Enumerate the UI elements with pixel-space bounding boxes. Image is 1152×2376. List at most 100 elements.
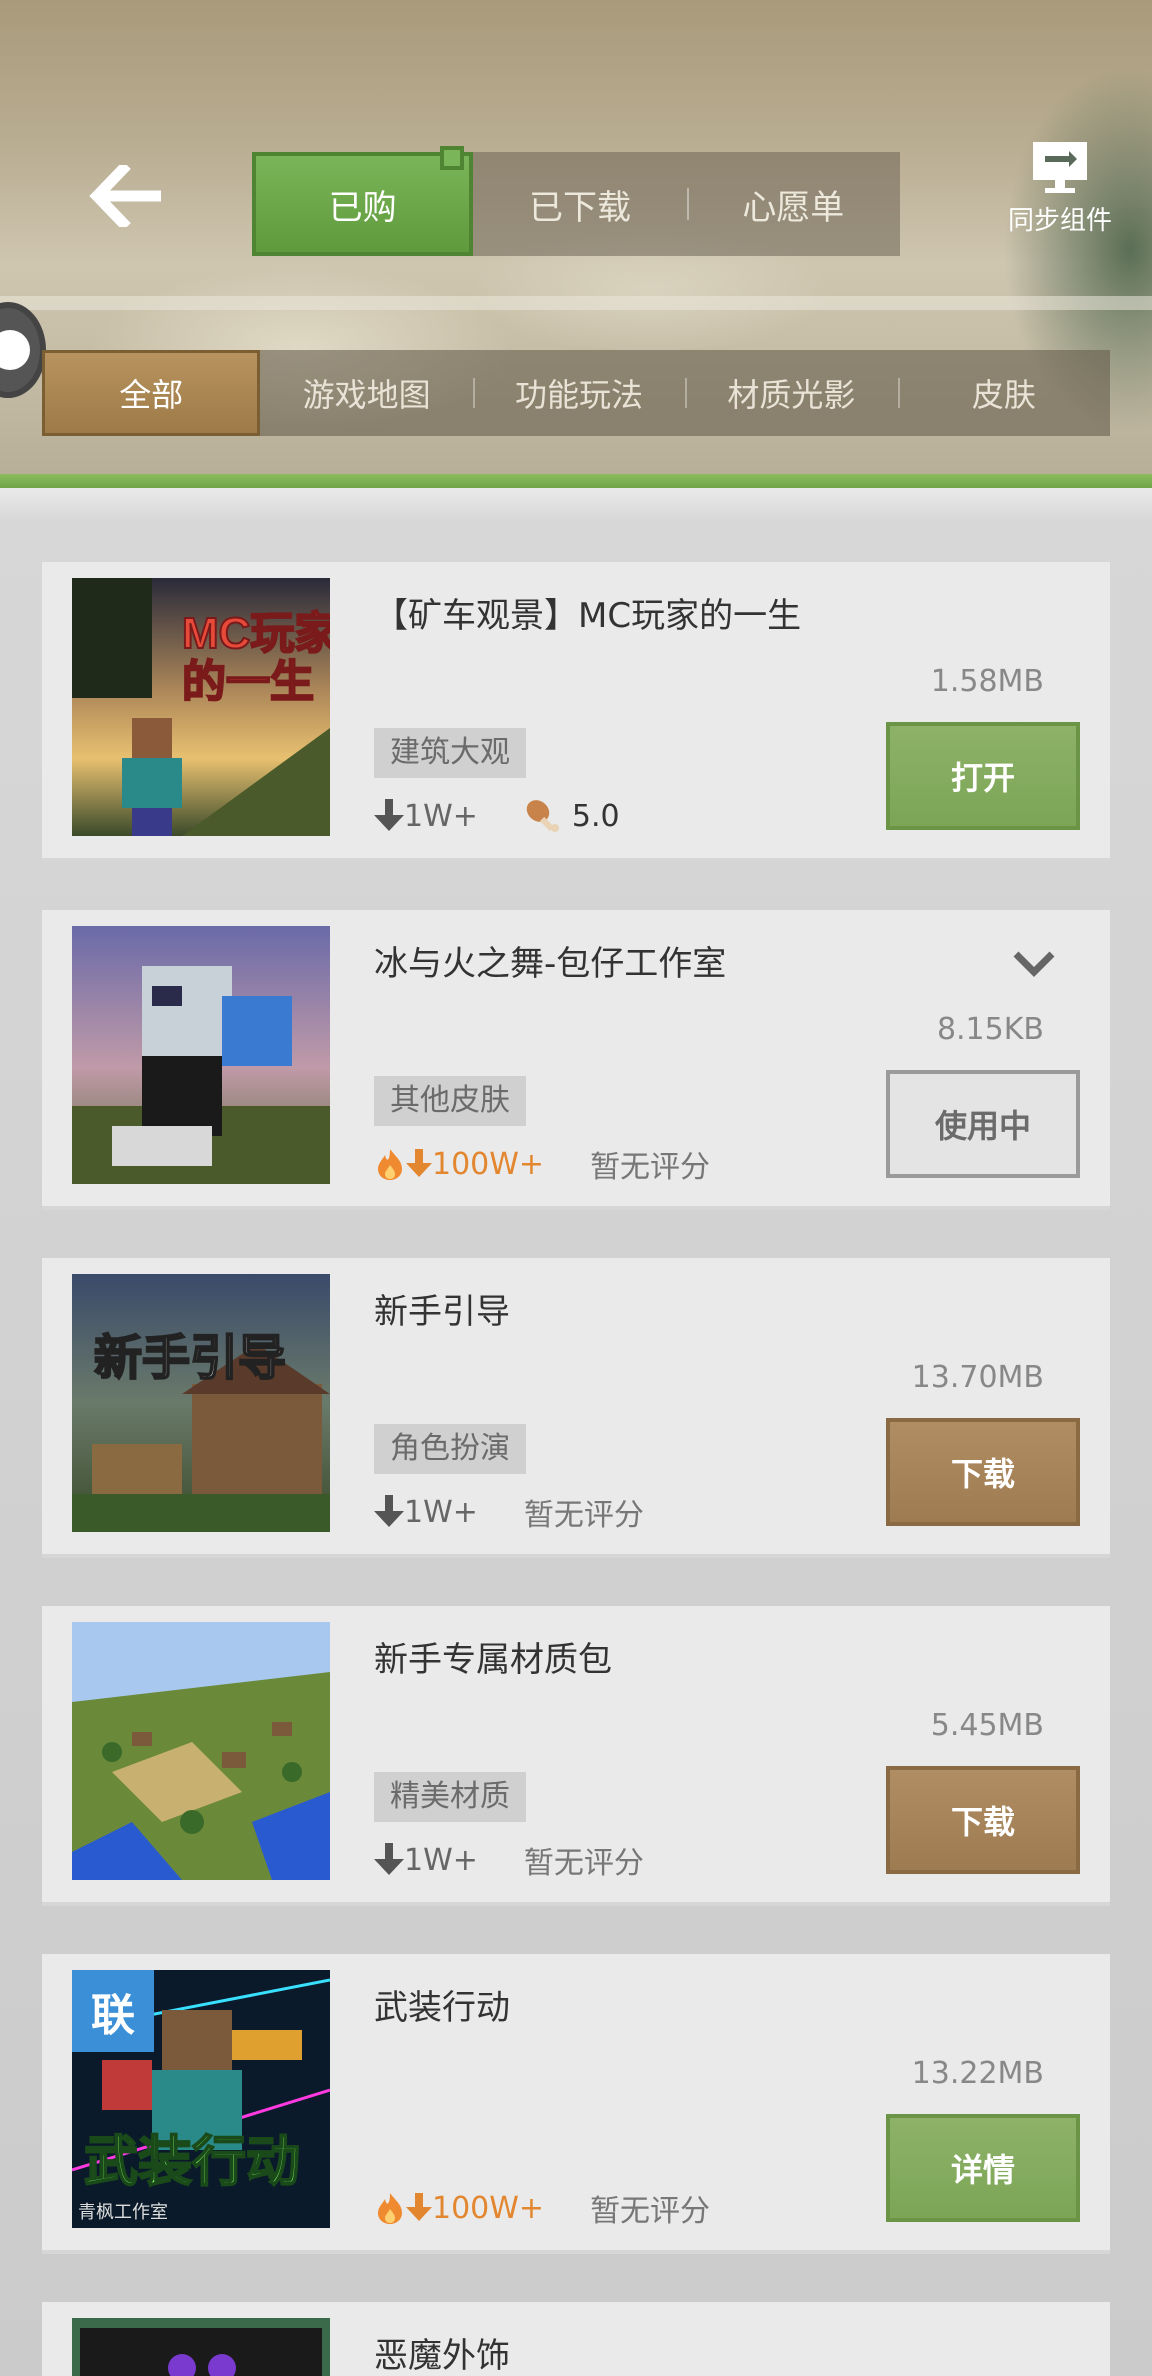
list-item[interactable]: 新手专属材质包 5.45MB 精美材质 1W+ 暂无评分 下载 [42,1606,1110,1906]
thumbnail-studio: 青枫工作室 [78,2202,168,2222]
download-count-label: 1W+ [404,798,478,834]
tab-downloaded[interactable]: 已下载 [473,152,686,256]
download-count: 100W+ [374,2191,544,2226]
category-label: 皮肤 [971,376,1036,414]
item-stats: 1W+ 暂无评分 [374,1490,644,1534]
item-title: 新手专属材质包 [374,1640,612,1680]
purchased-list: MC玩家的一生 【矿车观景】MC玩家的一生 1.58MB 建筑大观 1W+ 5.… [0,520,1152,2376]
thumbnail-caption: MC玩家的一生 [182,609,330,706]
fire-icon [378,2193,402,2224]
category-tab-bar: 全部 游戏地图 功能玩法 材质光影 皮肤 [42,350,1110,436]
item-tag[interactable]: 建筑大观 [374,728,526,778]
sync-label: 同步组件 [1007,206,1112,236]
download-button[interactable]: 下载 [886,1766,1080,1874]
item-stats: 100W+ 暂无评分 [374,1142,710,1186]
list-item[interactable]: 武装行动 青枫工作室 联 武装行动 13.22MB 100W+ 暂无评分 详情 [42,1954,1110,2254]
download-count-label: 100W+ [432,1146,545,1182]
item-tag[interactable]: 其他皮肤 [374,1076,526,1126]
back-button[interactable] [82,160,172,232]
item-size: 13.22MB [911,2056,1044,2091]
rating-value: 5.0 [571,798,620,834]
category-game-maps[interactable]: 游戏地图 [260,350,472,436]
item-thumbnail: 新手引导 [72,1274,330,1532]
item-size: 8.15KB [936,1012,1044,1047]
download-count: 1W+ [374,1843,478,1878]
category-separator [897,378,900,408]
item-tag[interactable]: 角色扮演 [374,1424,526,1474]
item-rating: 暂无评分 [590,2194,711,2229]
category-label: 功能玩法 [515,376,644,414]
list-item[interactable]: 恶魔外饰 [42,2302,1110,2376]
open-button[interactable]: 打开 [886,722,1080,830]
item-title: 恶魔外饰 [374,2336,510,2376]
category-separator [472,378,475,408]
category-label: 材质光影 [727,376,856,414]
category-label: 游戏地图 [302,376,431,414]
category-separator [685,378,688,408]
details-button[interactable]: 详情 [886,2114,1080,2222]
item-title: 【矿车观景】MC玩家的一生 [374,596,802,636]
fire-icon [378,1149,402,1180]
item-stats: 1W+ 暂无评分 [374,1838,644,1882]
item-stats: 1W+ 5.0 [374,794,620,838]
item-title: 武装行动 [374,1988,510,2028]
sync-monitor-icon [1033,142,1087,193]
tab-wishlist[interactable]: 心愿单 [686,152,900,256]
item-thumbnail [72,1622,330,1880]
tab-label: 已购 [328,187,397,228]
item-tag[interactable]: 精美材质 [374,1772,526,1822]
header-shadow [0,488,1152,520]
thumbnail-caption: 武装行动 [84,2132,300,2192]
header: 已购 已下载 心愿单 同步组件 全部 游戏地图 功能玩法 材质光影 皮肤 [0,0,1152,488]
item-rating: 暂无评分 [523,1846,644,1881]
category-gameplay[interactable]: 功能玩法 [472,350,685,436]
category-all[interactable]: 全部 [42,350,261,436]
item-title: 冰与火之舞-包仔工作室 [374,944,727,984]
thumbnail-caption: 新手引导 [94,1332,286,1385]
list-item[interactable]: 冰与火之舞-包仔工作室 8.15KB 其他皮肤 100W+ 暂无评分 使用中 [42,910,1110,1210]
item-size: 5.45MB [930,1708,1044,1743]
header-bottom-rule [0,474,1152,488]
download-count-label: 1W+ [404,1494,478,1530]
back-arrow-icon [89,165,161,227]
tab-label: 心愿单 [742,187,845,228]
download-icon [374,799,404,831]
item-rating: 暂无评分 [590,1150,711,1185]
download-count: 1W+ [374,1495,478,1530]
download-icon [374,1495,404,1527]
download-count: 100W+ [374,1147,544,1182]
category-textures-shaders[interactable]: 材质光影 [685,350,897,436]
item-size: 13.70MB [911,1360,1044,1395]
header-divider [0,296,1152,310]
tab-notification-marker [440,146,464,170]
tab-separator [686,188,689,220]
download-icon [406,2193,432,2221]
drumstick-icon [526,800,559,832]
item-rating: 5.0 [524,797,620,835]
download-icon [406,1149,432,1177]
download-count-label: 1W+ [404,1842,478,1878]
item-rating: 暂无评分 [523,1498,644,1533]
tab-label: 已下载 [528,187,631,228]
item-title: 新手引导 [374,1292,510,1332]
multiplayer-badge: 联 [72,1970,154,2052]
item-stats: 100W+ 暂无评分 [374,2186,710,2230]
item-thumbnail: MC玩家的一生 [72,578,330,836]
item-thumbnail [72,2318,330,2376]
download-count: 1W+ [374,799,478,834]
category-skins[interactable]: 皮肤 [897,350,1110,436]
in-use-button[interactable]: 使用中 [886,1070,1080,1178]
download-button[interactable]: 下载 [886,1418,1080,1526]
category-label: 全部 [119,376,184,414]
download-icon [374,1843,404,1875]
download-count-label: 100W+ [432,2190,545,2226]
top-tab-bar: 已购 已下载 心愿单 [252,152,900,256]
chevron-down-icon[interactable] [1012,950,1056,978]
drawer-handle[interactable] [0,302,46,398]
sync-components-button[interactable]: 同步组件 [992,140,1128,250]
list-item[interactable]: 新手引导 新手引导 13.70MB 角色扮演 1W+ 暂无评分 下载 [42,1258,1110,1558]
item-size: 1.58MB [930,664,1044,699]
item-thumbnail [72,926,330,1184]
list-item[interactable]: MC玩家的一生 【矿车观景】MC玩家的一生 1.58MB 建筑大观 1W+ 5.… [42,562,1110,862]
item-thumbnail: 武装行动 青枫工作室 联 [72,1970,330,2228]
